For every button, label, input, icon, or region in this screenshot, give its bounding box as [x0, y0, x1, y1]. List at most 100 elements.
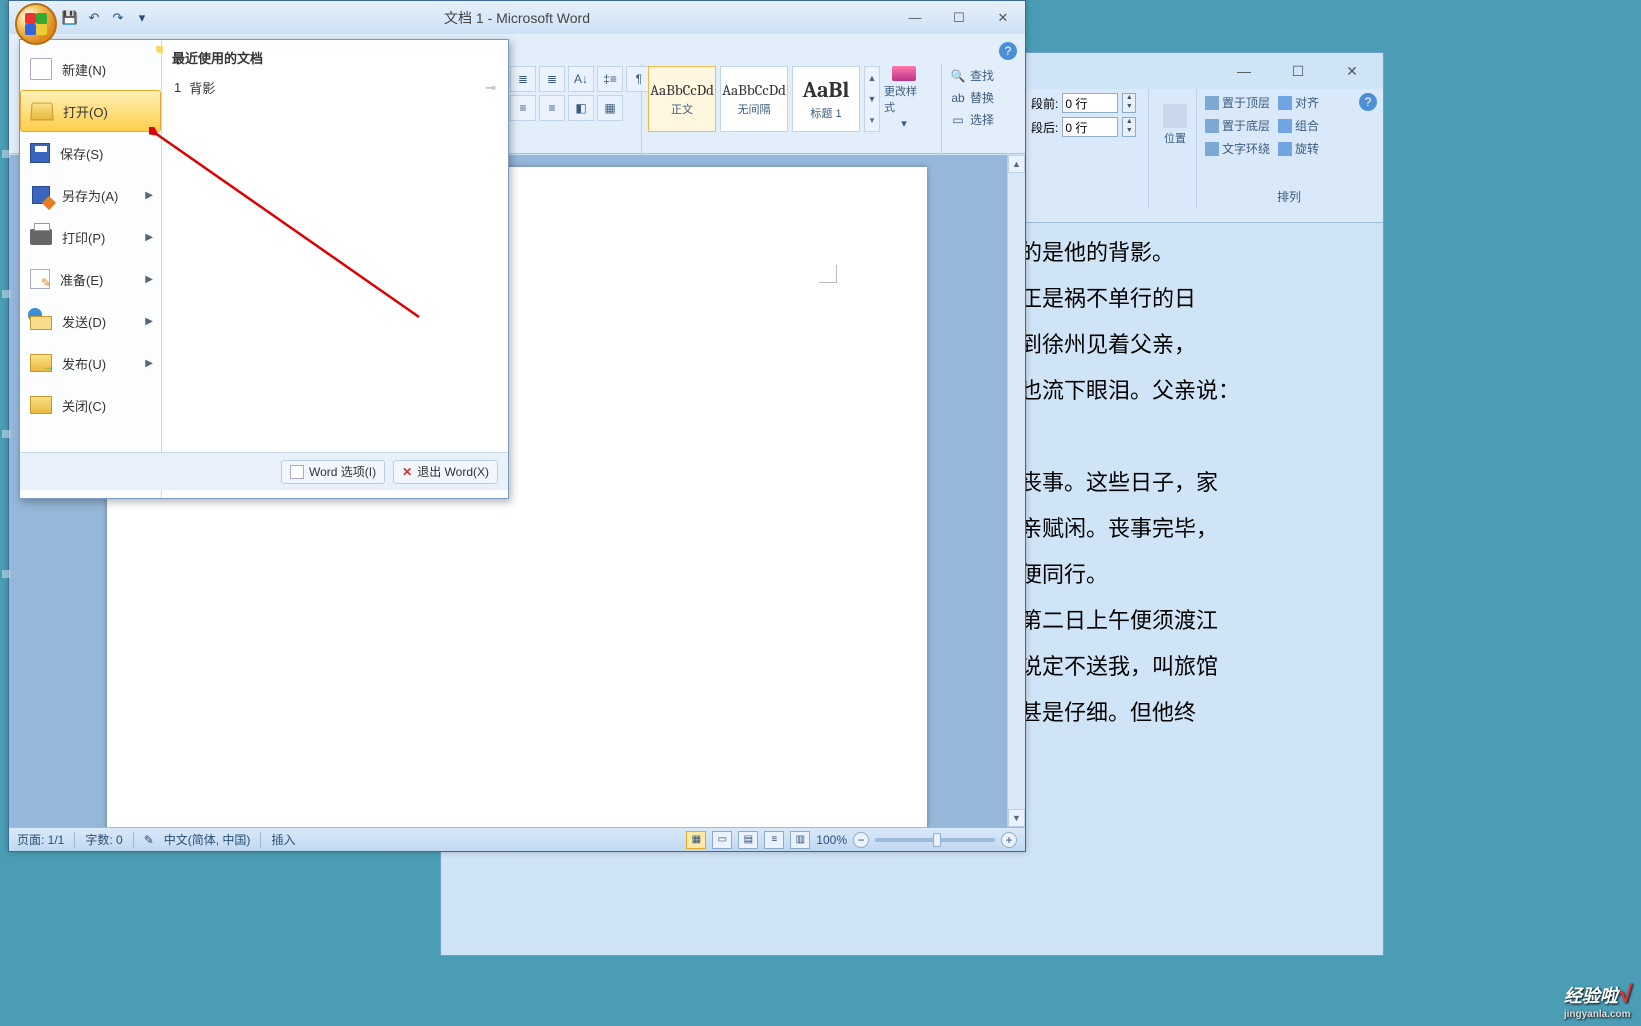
print-icon — [30, 229, 52, 245]
style-normal[interactable]: AaBbCcDd 正文 — [648, 66, 716, 132]
send-back-button[interactable]: 置于底层 — [1203, 116, 1272, 135]
align-center-button[interactable]: ≡ — [539, 95, 565, 121]
find-icon: 🔍 — [950, 69, 966, 83]
qat-redo-button[interactable]: ↷ — [109, 9, 127, 27]
status-page[interactable]: 页面: 1/1 — [17, 831, 64, 848]
style-gallery-scroll[interactable]: ▲▼▾ — [864, 66, 880, 132]
office-menu-left: 新建(N) 打开(O) 保存(S) 另存为(A) ▶ 打印(P) ▶ — [20, 40, 162, 498]
quick-access-toolbar: 💾 ↶ ↷ ▾ — [61, 9, 151, 27]
bring-front-button[interactable]: 置于顶层 — [1203, 93, 1272, 112]
menu-save-as[interactable]: 另存为(A) ▶ — [20, 174, 161, 216]
replace-icon: ab — [950, 91, 966, 105]
menu-send[interactable]: 发送(D) ▶ — [20, 300, 161, 342]
change-styles-icon — [892, 66, 916, 81]
indent-right-button[interactable]: ≣ — [539, 66, 565, 92]
desktop-icon — [2, 570, 10, 578]
submenu-arrow-icon: ▶ — [145, 190, 153, 201]
open-icon — [31, 100, 53, 122]
exit-word-button[interactable]: ✕ 退出 Word(X) — [393, 460, 498, 484]
sort-button[interactable]: A↓ — [568, 66, 594, 92]
borders-button[interactable]: ▦ — [597, 95, 623, 121]
view-print-layout[interactable]: ▦ — [686, 831, 706, 849]
menu-prepare[interactable]: 准备(E) ▶ — [20, 258, 161, 300]
desktop-icon — [2, 150, 10, 158]
bg-minimize-button[interactable]: — — [1221, 57, 1267, 85]
select-button[interactable]: ▭选择 — [948, 110, 1010, 129]
scroll-up-button[interactable]: ▲ — [1008, 155, 1025, 173]
line-spacing-button[interactable]: ‡≡ — [597, 66, 623, 92]
find-button[interactable]: 🔍查找 — [948, 66, 1010, 85]
new-icon — [30, 58, 52, 80]
change-styles-button[interactable]: 更改样式 ▾ — [884, 66, 924, 130]
zoom-slider[interactable] — [875, 838, 995, 842]
bg-maximize-button[interactable]: ☐ — [1275, 57, 1321, 85]
replace-button[interactable]: ab替换 — [948, 88, 1010, 107]
spacing-after-input[interactable] — [1062, 117, 1118, 137]
arrange-group-label: 排列 — [1197, 188, 1381, 205]
shading-button[interactable]: ◧ — [568, 95, 594, 121]
align-button[interactable]: 对齐 — [1276, 93, 1321, 112]
close-button[interactable]: ✕ — [981, 7, 1025, 29]
pin-icon[interactable]: ⊸ — [485, 80, 496, 96]
view-full-screen[interactable]: ▭ — [712, 831, 732, 849]
status-proofing-icon[interactable]: ✎ — [144, 833, 154, 847]
style-heading1[interactable]: AaBl 标题 1 — [792, 66, 860, 132]
zoom-in-button[interactable]: + — [1001, 832, 1017, 848]
group-button[interactable]: 组合 — [1276, 116, 1321, 135]
margin-marker-right — [819, 265, 837, 283]
style-no-spacing[interactable]: AaBbCcDd 无间隔 — [720, 66, 788, 132]
submenu-arrow-icon: ▶ — [145, 358, 153, 369]
help-button[interactable]: ? — [999, 42, 1017, 60]
zoom-percent[interactable]: 100% — [816, 833, 847, 847]
spacing-before-input[interactable] — [1062, 93, 1118, 113]
desktop-icon — [2, 430, 10, 438]
office-logo-icon — [25, 13, 47, 35]
submenu-arrow-icon: ▶ — [145, 274, 153, 285]
rotate-button[interactable]: 旋转 — [1276, 139, 1321, 158]
zoom-out-button[interactable]: − — [853, 832, 869, 848]
recent-doc-item[interactable]: 1 背影 ⊸ — [172, 75, 498, 100]
align-left-button[interactable]: ≡ — [510, 95, 536, 121]
view-outline[interactable]: ≡ — [764, 831, 784, 849]
publish-icon — [30, 352, 52, 374]
status-insert-mode[interactable]: 插入 — [271, 831, 295, 848]
qat-save-button[interactable]: 💾 — [61, 9, 79, 27]
status-bar: 页面: 1/1 字数: 0 ✎ 中文(简体, 中国) 插入 ▦ ▭ ▤ ≡ ▥ … — [9, 827, 1025, 851]
minimize-button[interactable]: — — [893, 7, 937, 29]
maximize-button[interactable]: ☐ — [937, 7, 981, 29]
status-word-count[interactable]: 字数: 0 — [85, 831, 122, 848]
menu-open[interactable]: 打开(O) — [20, 90, 161, 132]
main-word-window: 💾 ↶ ↷ ▾ 文档 1 - Microsoft Word — ☐ ✕ ? ≣ … — [8, 0, 1026, 852]
watermark: 经验啦√ jingyanla.com — [1564, 981, 1631, 1020]
view-web-layout[interactable]: ▤ — [738, 831, 758, 849]
office-menu-footer: Word 选项(I) ✕ 退出 Word(X) — [20, 452, 508, 490]
bg-close-button[interactable]: ✕ — [1329, 57, 1375, 85]
options-icon — [290, 465, 304, 479]
spacing-before-spinner[interactable]: ▲▼ — [1122, 93, 1136, 113]
desktop-icon — [2, 290, 10, 298]
bg-document-text: 的是他的背影。 正是祸不单行的日 到徐州见着父亲， 也流下眼泪。父亲说： 丧事。… — [1020, 230, 1260, 736]
menu-close[interactable]: 关闭(C) — [20, 384, 161, 426]
vertical-scrollbar[interactable]: ▲ ▼ — [1007, 155, 1025, 827]
scroll-down-button[interactable]: ▼ — [1008, 809, 1025, 827]
spacing-after-spinner[interactable]: ▲▼ — [1122, 117, 1136, 137]
submenu-arrow-icon: ▶ — [145, 232, 153, 243]
indent-left-button[interactable]: ≣ — [510, 66, 536, 92]
menu-save[interactable]: 保存(S) — [20, 132, 161, 174]
status-language[interactable]: 中文(简体, 中国) — [164, 831, 251, 848]
view-draft[interactable]: ▥ — [790, 831, 810, 849]
office-button[interactable] — [15, 3, 57, 45]
menu-new[interactable]: 新建(N) — [20, 48, 161, 90]
window-title: 文档 1 - Microsoft Word — [444, 8, 590, 28]
position-button[interactable]: 位置 — [1155, 93, 1195, 157]
spacing-after-label: 段后: — [1031, 119, 1058, 136]
word-options-button[interactable]: Word 选项(I) — [281, 460, 385, 484]
menu-print[interactable]: 打印(P) ▶ — [20, 216, 161, 258]
menu-publish[interactable]: 发布(U) ▶ — [20, 342, 161, 384]
text-wrap-button[interactable]: 文字环绕 — [1203, 139, 1272, 158]
spacing-before-label: 段前: — [1031, 95, 1058, 112]
office-menu-right: 最近使用的文档 1 背影 ⊸ Word 选项(I) ✕ 退出 Word(X) — [162, 40, 508, 498]
qat-undo-button[interactable]: ↶ — [85, 9, 103, 27]
send-icon — [30, 312, 52, 330]
qat-customize-button[interactable]: ▾ — [133, 9, 151, 27]
